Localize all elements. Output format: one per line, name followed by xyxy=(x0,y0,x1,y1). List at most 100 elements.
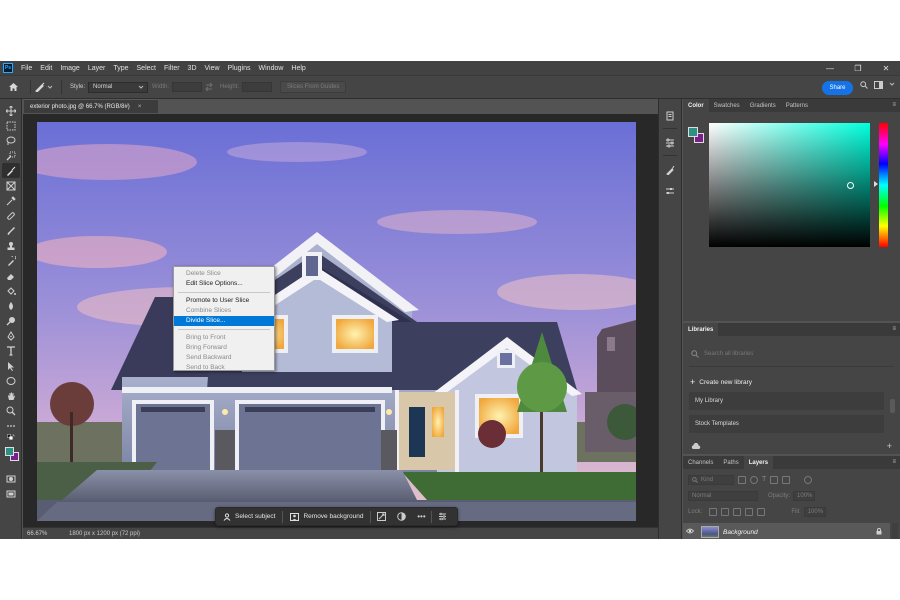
menu-type[interactable]: Type xyxy=(109,65,132,72)
filter-shape-icon[interactable] xyxy=(770,476,779,484)
eraser-tool-icon[interactable] xyxy=(2,268,20,283)
brush-tool-icon[interactable] xyxy=(2,223,20,238)
menu-help[interactable]: Help xyxy=(287,65,309,72)
screen-mode-icon[interactable] xyxy=(2,486,20,501)
eyedropper-tool-icon[interactable] xyxy=(2,193,20,208)
zoom-tool-icon[interactable] xyxy=(2,403,20,418)
color-picker-cursor[interactable] xyxy=(847,182,854,189)
more-options-icon[interactable]: ••• xyxy=(411,507,431,526)
clone-stamp-tool-icon[interactable] xyxy=(2,238,20,253)
lock-icon[interactable] xyxy=(876,527,890,537)
menu-plugins[interactable]: Plugins xyxy=(224,65,255,72)
hand-tool-icon[interactable] xyxy=(2,388,20,403)
library-item-stock-templates[interactable]: Stock Templates xyxy=(689,415,884,433)
quick-mask-icon[interactable] xyxy=(2,471,20,486)
lock-artboard-icon[interactable] xyxy=(745,508,754,516)
minimize-button[interactable]: — xyxy=(816,61,844,75)
tab-libraries[interactable]: Libraries xyxy=(683,323,719,336)
tab-layers[interactable]: Layers xyxy=(743,456,774,469)
move-tool-icon[interactable] xyxy=(2,103,20,118)
color-picker-field[interactable] xyxy=(709,123,870,247)
close-document-icon[interactable]: × xyxy=(138,104,142,110)
panel-menu-icon[interactable]: ≡ xyxy=(892,459,896,465)
remove-background-button[interactable]: Remove background xyxy=(283,507,370,526)
slice-tool-icon[interactable] xyxy=(1,163,20,178)
tab-color[interactable]: Color xyxy=(683,99,709,112)
type-tool-icon[interactable] xyxy=(2,343,20,358)
default-colors-icon[interactable] xyxy=(2,433,20,443)
library-search-input[interactable]: Search all libraries xyxy=(704,351,753,357)
filter-type-icon[interactable]: T xyxy=(762,476,766,484)
menu-window[interactable]: Window xyxy=(255,65,288,72)
menu-view[interactable]: View xyxy=(201,65,224,72)
select-subject-button[interactable]: Select subject xyxy=(216,507,282,526)
lasso-tool-icon[interactable] xyxy=(2,133,20,148)
slice-tool-preset-icon[interactable] xyxy=(35,82,57,92)
menu-image[interactable]: Image xyxy=(56,65,83,72)
more-tools-icon[interactable] xyxy=(2,418,20,433)
library-item-my-library[interactable]: My Library xyxy=(689,392,884,410)
lock-position-icon[interactable] xyxy=(733,508,742,516)
frame-tool-icon[interactable] xyxy=(2,178,20,193)
adjustments-panel-icon[interactable] xyxy=(662,134,678,151)
menu-item-divide-slice[interactable]: Divide Slice... xyxy=(174,316,274,326)
menu-item-edit-slice-options[interactable]: Edit Slice Options... xyxy=(174,279,274,289)
menu-filter[interactable]: Filter xyxy=(160,65,184,72)
foreground-color-chip[interactable] xyxy=(688,127,698,137)
hue-slider-handle[interactable] xyxy=(874,181,878,187)
color-swatches[interactable] xyxy=(2,445,20,465)
restore-button[interactable]: ❐ xyxy=(844,61,872,75)
document-info[interactable]: 1800 px x 1200 px (72 ppi) xyxy=(63,531,140,537)
document-tab[interactable]: exterior photo.jpg @ 66.7% (RGB/8#) × xyxy=(24,99,158,113)
history-brush-tool-icon[interactable] xyxy=(2,253,20,268)
shape-tool-icon[interactable] xyxy=(2,373,20,388)
layer-name[interactable]: Background xyxy=(723,529,876,536)
lock-transparent-icon[interactable] xyxy=(709,508,718,516)
properties-panel-icon[interactable] xyxy=(662,182,678,199)
canvas-area[interactable] xyxy=(23,114,658,527)
brush-settings-icon[interactable] xyxy=(662,161,678,178)
adjustment-icon[interactable] xyxy=(391,507,411,526)
blend-mode-select[interactable]: Normal xyxy=(688,491,758,501)
opacity-field[interactable]: 100% xyxy=(793,491,816,501)
filter-smart-object-icon[interactable] xyxy=(782,476,791,484)
layer-filter-kind[interactable]: Kind xyxy=(688,475,734,485)
home-icon[interactable] xyxy=(0,76,26,98)
visibility-eye-icon[interactable] xyxy=(683,528,697,536)
menu-layer[interactable]: Layer xyxy=(84,65,110,72)
zoom-level[interactable]: 66.67% xyxy=(23,531,63,537)
menu-edit[interactable]: Edit xyxy=(36,65,56,72)
close-window-button[interactable]: ✕ xyxy=(872,61,900,75)
paint-bucket-tool-icon[interactable] xyxy=(2,283,20,298)
layers-scrollbar[interactable] xyxy=(892,523,898,539)
menu-item-promote-to-user-slice[interactable]: Promote to User Slice xyxy=(174,296,274,306)
pen-tool-icon[interactable] xyxy=(2,328,20,343)
dodge-tool-icon[interactable] xyxy=(2,313,20,328)
lock-image-icon[interactable] xyxy=(721,508,730,516)
filter-adjustment-icon[interactable] xyxy=(750,476,758,484)
tab-channels[interactable]: Channels xyxy=(683,456,718,469)
menu-select[interactable]: Select xyxy=(133,65,160,72)
foreground-color-swatch[interactable] xyxy=(4,447,14,456)
style-select[interactable]: Normal xyxy=(88,81,149,93)
blur-tool-icon[interactable] xyxy=(2,298,20,313)
panel-menu-icon[interactable]: ≡ xyxy=(892,326,896,332)
lock-all-icon[interactable] xyxy=(757,508,766,516)
path-selection-tool-icon[interactable] xyxy=(2,358,20,373)
tab-paths[interactable]: Paths xyxy=(718,456,743,469)
menu-file[interactable]: File xyxy=(17,65,36,72)
history-panel-icon[interactable] xyxy=(662,107,678,124)
libraries-scrollbar[interactable] xyxy=(890,399,895,413)
document-image[interactable] xyxy=(37,122,636,521)
transform-icon[interactable] xyxy=(371,507,391,526)
fill-field[interactable]: 100% xyxy=(803,507,826,517)
menu-3d[interactable]: 3D xyxy=(184,65,201,72)
hue-slider[interactable] xyxy=(879,123,888,247)
tab-swatches[interactable]: Swatches xyxy=(709,99,745,112)
panel-menu-icon[interactable]: ≡ xyxy=(892,102,896,108)
create-library-button[interactable]: + Create new library xyxy=(690,377,900,387)
library-search[interactable]: Search all libraries xyxy=(691,350,900,358)
tab-gradients[interactable]: Gradients xyxy=(745,99,781,112)
taskbar-settings-icon[interactable] xyxy=(432,507,452,526)
filter-toggle-icon[interactable] xyxy=(804,476,813,484)
